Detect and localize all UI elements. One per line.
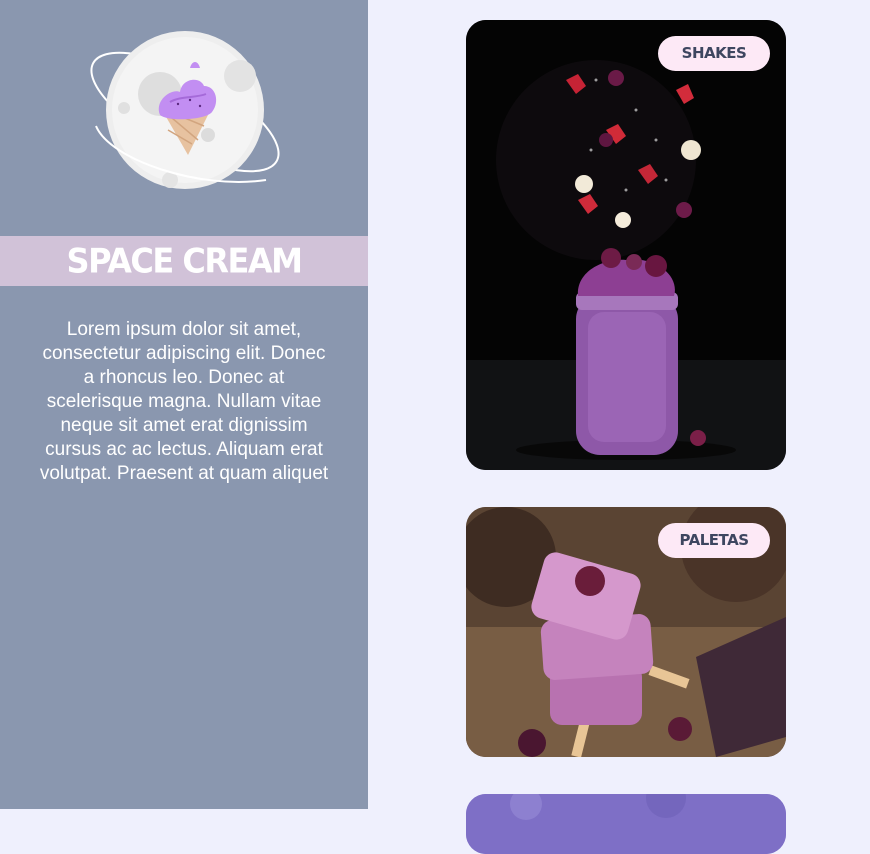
brand-description: Lorem ipsum dolor sit amet, consectetur …	[39, 319, 329, 484]
card-label-shakes: SHAKES	[658, 36, 770, 71]
card-shakes[interactable]: SHAKES	[466, 20, 786, 470]
card-label-paletas: PALETAS	[658, 523, 770, 558]
shakes-photo	[466, 20, 786, 470]
third-card-photo	[466, 794, 786, 854]
card-paletas[interactable]: PALETAS	[466, 507, 786, 757]
sidebar: SPACE CREAM Lorem ipsum dolor sit amet, …	[0, 0, 368, 809]
card-third[interactable]	[466, 794, 786, 854]
ice-cream-planet-icon	[90, 31, 280, 189]
brand-band: SPACE CREAM	[0, 236, 368, 286]
brand-title: SPACE CREAM	[66, 241, 303, 281]
